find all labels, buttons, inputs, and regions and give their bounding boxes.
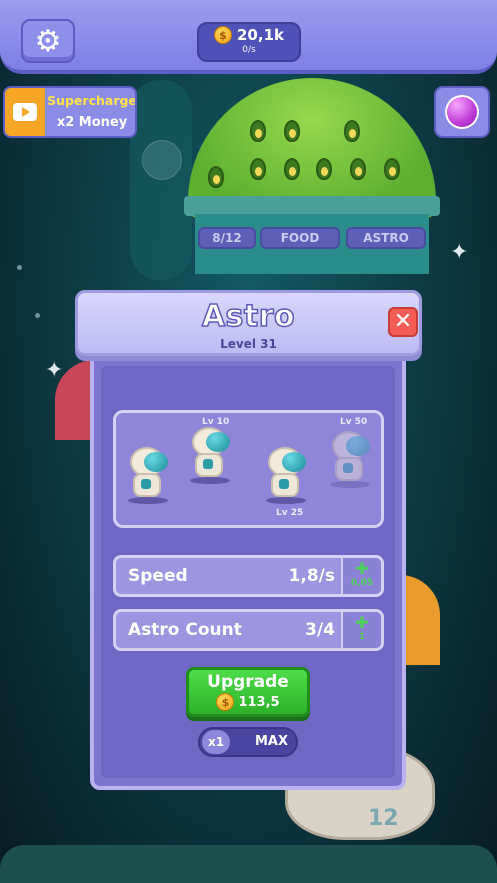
star-decoration: ✦	[450, 240, 469, 265]
avocado-icon	[316, 158, 332, 180]
ground	[0, 845, 497, 883]
food-upgrade-button[interactable]: FOOD	[260, 227, 340, 249]
capacity-indicator: 8/12	[198, 227, 256, 249]
stat-label: Astro Count	[128, 620, 242, 640]
background-pipe	[130, 80, 192, 280]
gear-icon: ⚙	[34, 23, 62, 59]
supercharge-title: Supercharge	[47, 93, 137, 108]
level-label: Lv 50	[340, 417, 368, 427]
avocado-icon	[384, 158, 400, 180]
multiplier-max-option[interactable]: MAX	[255, 734, 288, 749]
settings-button[interactable]: ⚙	[21, 19, 75, 63]
stat-increment: 1	[358, 632, 366, 642]
avocado-icon	[284, 120, 300, 142]
plus-icon: ✚	[355, 613, 369, 632]
level-label: Lv 10	[202, 417, 230, 427]
speed-increase-indicator: ✚ 0,05	[341, 558, 381, 594]
speed-stat-row: Speed 1,8/s ✚ 0,05	[113, 555, 384, 597]
money-display: $ 20,1k 0/s	[197, 22, 301, 62]
money-rate: 0/s	[242, 45, 256, 55]
coin-icon: $	[214, 26, 232, 44]
star-dot	[17, 265, 22, 270]
astronaut-figure	[124, 447, 170, 504]
play-video-icon	[5, 88, 45, 136]
close-button[interactable]: ✕	[388, 307, 418, 337]
coin-icon: $	[216, 693, 235, 711]
bubble-decoration	[142, 140, 182, 180]
rocket-number: 12	[368, 806, 399, 831]
upgrade-cost: 113,5	[238, 694, 280, 710]
stat-value: 3/4	[305, 620, 335, 640]
plus-icon: ✚	[355, 559, 369, 578]
upgrade-label: Upgrade	[207, 672, 289, 692]
dialog-level: Level 31	[220, 337, 277, 351]
astro-upgrade-button[interactable]: ASTRO	[346, 227, 426, 249]
level-label: Lv 25	[276, 508, 304, 518]
avocado-icon	[284, 158, 300, 180]
astro-roster: Lv 10 Lv 25 Lv 50	[113, 410, 384, 528]
supercharge-subtitle: x2 Money	[56, 115, 128, 130]
astro-count-stat-row: Astro Count 3/4 ✚ 1	[113, 609, 384, 651]
upgrade-button[interactable]: Upgrade $ 113,5	[186, 667, 310, 717]
astronaut-figure	[186, 427, 232, 484]
dialog-title: Astro	[201, 298, 296, 335]
planet-map-button[interactable]	[434, 86, 490, 138]
avocado-icon	[250, 120, 266, 142]
dialog-header: Astro Level 31 ✕	[75, 290, 422, 356]
planet-icon	[445, 95, 479, 129]
stat-value: 1,8/s	[288, 566, 335, 586]
multiplier-toggle[interactable]: x1 MAX	[198, 727, 298, 757]
star-dot	[35, 313, 40, 318]
stat-increment: 0,05	[350, 578, 374, 588]
avocado-icon	[344, 120, 360, 142]
dome-base	[184, 196, 440, 216]
money-amount: 20,1k	[237, 26, 284, 44]
avocado-icon	[250, 158, 266, 180]
multiplier-x1-option[interactable]: x1	[202, 730, 230, 754]
locked-astronaut-figure	[326, 431, 372, 488]
avocado-icon	[208, 166, 224, 188]
stat-label: Speed	[128, 566, 188, 586]
astronaut-figure	[262, 447, 308, 504]
close-icon: ✕	[393, 309, 413, 334]
supercharge-button[interactable]: Supercharge x2 Money	[3, 86, 137, 138]
avocado-icon	[350, 158, 366, 180]
count-increase-indicator: ✚ 1	[341, 612, 381, 648]
